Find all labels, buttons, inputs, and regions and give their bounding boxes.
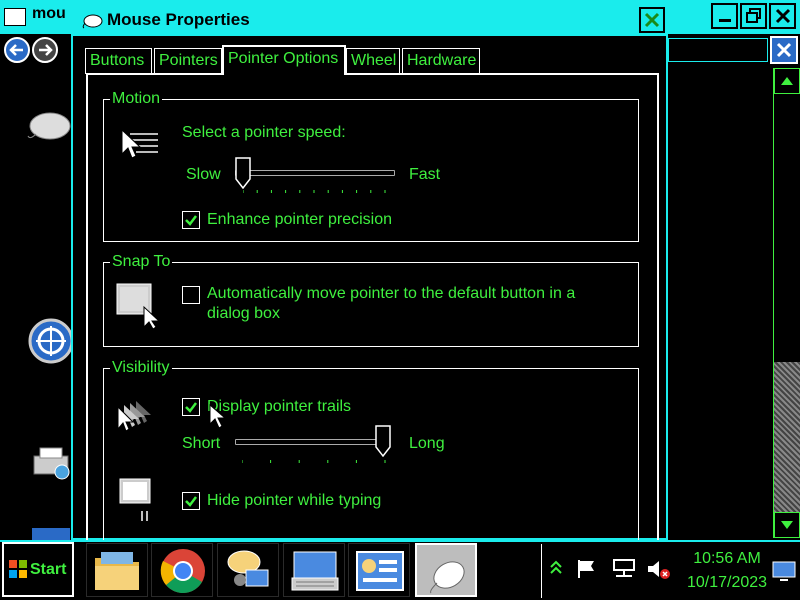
motion-group: Motion Select a pointer speed: Slow Fast… bbox=[103, 90, 639, 242]
hide-while-typing-label[interactable]: Hide pointer while typing bbox=[207, 492, 381, 510]
pointer-trails-label[interactable]: Display pointer trails bbox=[207, 398, 351, 416]
short-label: Short bbox=[182, 435, 221, 452]
fast-label: Fast bbox=[409, 166, 441, 183]
show-desktop-icon[interactable] bbox=[771, 560, 797, 587]
system-tray: 10:56 AM 10/17/2023 bbox=[541, 544, 800, 598]
chrome-icon bbox=[160, 549, 205, 593]
mouse-properties-dialog: Mouse Properties Buttons Pointers Pointe… bbox=[71, 0, 668, 553]
background-window-title: mou bbox=[32, 5, 66, 22]
snap-to-default-checkbox[interactable] bbox=[182, 286, 200, 304]
taskbar-mouse[interactable] bbox=[415, 543, 477, 597]
control-panel-icon bbox=[356, 551, 404, 591]
snap-to-group-label: Snap To bbox=[110, 253, 173, 271]
hide-while-typing-icon bbox=[118, 477, 158, 528]
hide-while-typing-checkbox[interactable] bbox=[182, 492, 200, 510]
mouse-cursor-icon bbox=[209, 403, 227, 435]
start-label: Start bbox=[30, 561, 67, 578]
close-button[interactable] bbox=[769, 3, 796, 29]
maximize-button[interactable] bbox=[740, 3, 767, 29]
app-icon bbox=[4, 8, 26, 26]
slow-label: Slow bbox=[186, 166, 221, 183]
windows-logo-icon bbox=[8, 559, 28, 584]
tab-buttons[interactable]: Buttons bbox=[85, 48, 152, 74]
action-center-flag-icon[interactable] bbox=[576, 558, 598, 585]
scroll-up-button[interactable] bbox=[774, 68, 800, 94]
trail-length-track[interactable] bbox=[235, 439, 387, 445]
taskbar-messenger[interactable] bbox=[217, 543, 279, 597]
minimize-button[interactable] bbox=[711, 3, 738, 29]
dialog-close-button[interactable] bbox=[639, 7, 665, 33]
scroll-down-button[interactable] bbox=[774, 512, 800, 538]
tab-pointer-options[interactable]: Pointer Options bbox=[222, 45, 346, 75]
show-hidden-icons-icon[interactable] bbox=[550, 560, 562, 581]
mouse-icon bbox=[81, 9, 103, 34]
search-close-button[interactable] bbox=[770, 36, 798, 64]
visibility-group: Visibility Display pointer trails Short … bbox=[103, 359, 639, 548]
restore-icon bbox=[745, 8, 761, 23]
snap-to-group: Snap To Automatically move pointer to th… bbox=[103, 253, 639, 347]
close-icon bbox=[775, 8, 790, 24]
mouse-desktop-icon[interactable] bbox=[26, 104, 72, 149]
tab-wheel[interactable]: Wheel bbox=[346, 48, 400, 74]
forward-arrow-icon bbox=[39, 44, 53, 56]
pointer-speed-prompt: Select a pointer speed: bbox=[182, 124, 346, 141]
pointer-speed-slider-thumb[interactable] bbox=[235, 157, 251, 190]
minimize-icon bbox=[718, 19, 731, 22]
motion-group-label: Motion bbox=[110, 90, 163, 108]
dialog-titlebar[interactable]: Mouse Properties bbox=[73, 2, 666, 36]
checkmark-icon bbox=[185, 496, 197, 507]
snap-to-icon bbox=[114, 281, 164, 334]
folder-icon bbox=[95, 552, 139, 590]
network-icon[interactable] bbox=[612, 558, 636, 585]
checkmark-icon bbox=[185, 402, 197, 413]
forward-button[interactable] bbox=[32, 37, 58, 63]
start-button[interactable]: Start bbox=[2, 542, 74, 597]
enhance-precision-label[interactable]: Enhance pointer precision bbox=[207, 211, 392, 229]
close-icon bbox=[644, 12, 660, 28]
pointer-speed-track[interactable] bbox=[235, 170, 395, 176]
pointer-speed-icon bbox=[120, 128, 162, 167]
long-label: Long bbox=[409, 435, 445, 452]
back-button[interactable] bbox=[4, 37, 30, 63]
taskbar-file-explorer[interactable] bbox=[86, 543, 148, 597]
close-icon bbox=[776, 42, 792, 58]
clock-date[interactable]: 10/17/2023 bbox=[685, 574, 769, 592]
tab-pointers[interactable]: Pointers bbox=[154, 48, 222, 74]
tab-hardware[interactable]: Hardware bbox=[402, 48, 480, 74]
pointer-trails-checkbox[interactable] bbox=[182, 398, 200, 416]
enhance-precision-checkbox[interactable] bbox=[182, 211, 200, 229]
taskbar-chrome[interactable] bbox=[151, 543, 213, 597]
taskbar-keyboard[interactable] bbox=[283, 543, 345, 597]
scroll-down-icon bbox=[781, 521, 793, 529]
trail-length-slider-thumb[interactable] bbox=[375, 425, 391, 458]
trail-length-ticks bbox=[242, 460, 386, 463]
pointer-trails-icon bbox=[116, 399, 166, 440]
address-bar[interactable] bbox=[668, 38, 768, 62]
scroll-up-icon bbox=[781, 77, 793, 85]
dialog-title: Mouse Properties bbox=[107, 10, 250, 29]
volume-muted-icon[interactable] bbox=[646, 558, 670, 585]
taskbar-control-panel[interactable] bbox=[348, 543, 410, 597]
back-arrow-icon bbox=[9, 44, 23, 56]
mouse-icon bbox=[430, 561, 465, 594]
pointer-speed-ticks bbox=[243, 190, 386, 193]
checkmark-icon bbox=[185, 215, 197, 226]
chat-people-icon bbox=[227, 550, 269, 587]
keyboard-icon bbox=[291, 551, 339, 591]
clock-time[interactable]: 10:56 AM bbox=[689, 550, 765, 568]
snap-to-default-label-line1[interactable]: Automatically move pointer to the defaul… bbox=[207, 285, 575, 303]
scrollbar-track[interactable] bbox=[774, 362, 800, 512]
accessibility-desktop-icon[interactable] bbox=[28, 318, 74, 369]
visibility-group-label: Visibility bbox=[110, 359, 172, 377]
printer-desktop-icon[interactable] bbox=[28, 444, 74, 489]
snap-to-default-label-line2[interactable]: dialog box bbox=[207, 305, 280, 323]
